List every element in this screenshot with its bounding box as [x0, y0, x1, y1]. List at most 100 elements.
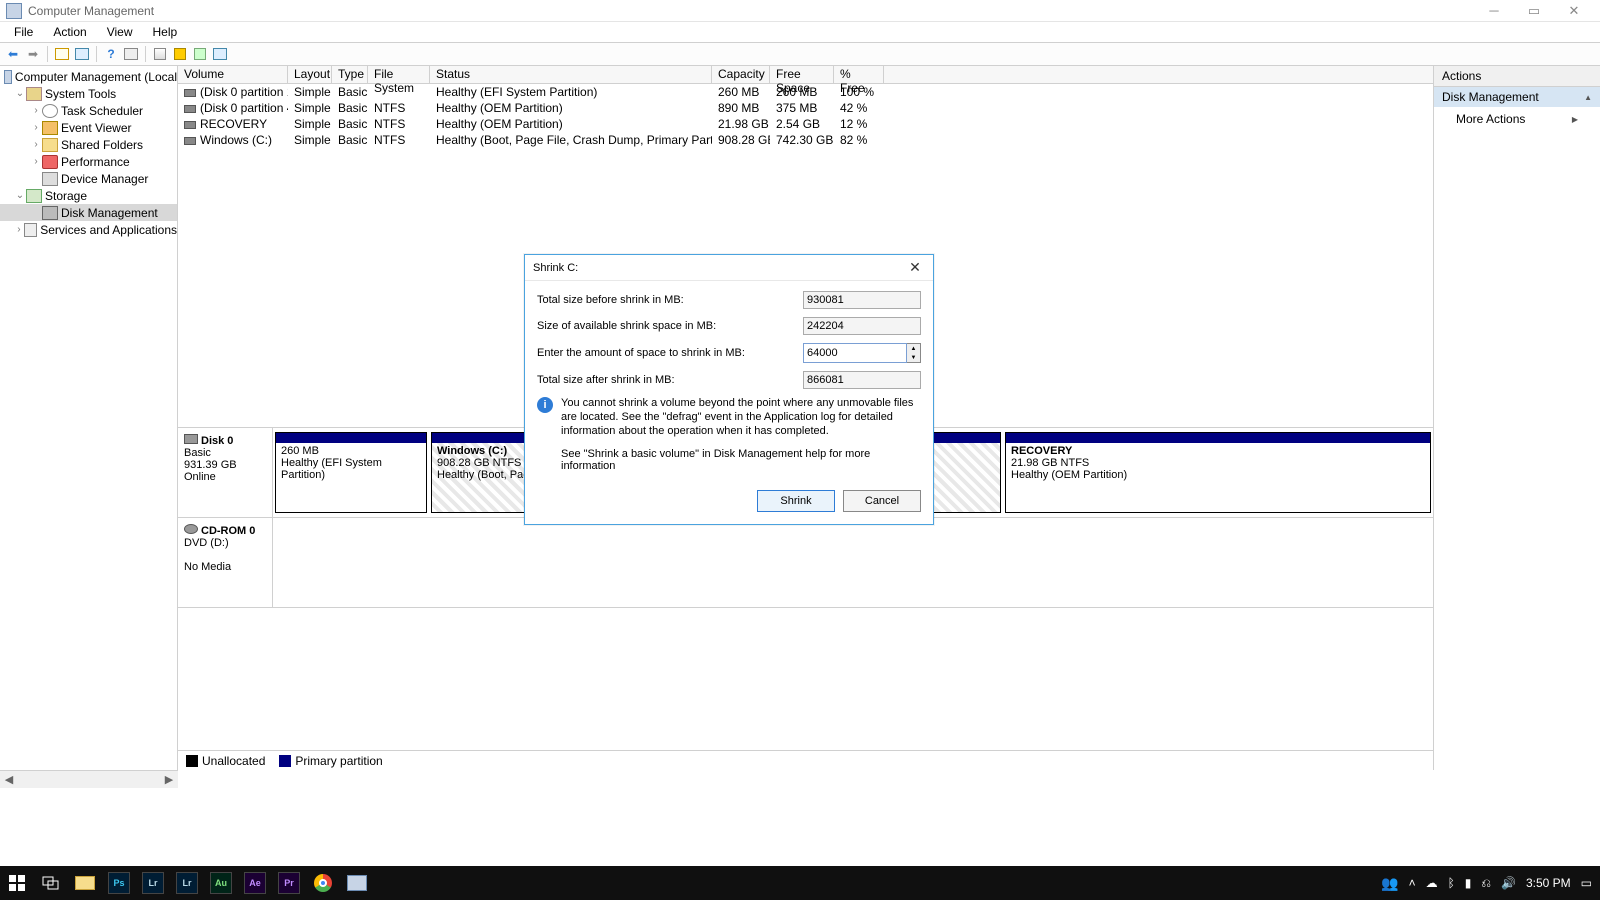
- scroll-right-icon[interactable]: ▶: [160, 773, 178, 786]
- partition-status: Healthy (EFI System Partition): [281, 457, 421, 481]
- tray-bluetooth-icon[interactable]: ᛒ: [1448, 876, 1455, 890]
- dialog-close-button[interactable]: ✕: [905, 259, 925, 276]
- col-type[interactable]: Type: [332, 66, 368, 83]
- app-lightroom-classic[interactable]: Lr: [170, 866, 204, 900]
- volume-fs: NTFS: [368, 117, 430, 131]
- tree-shared-folders[interactable]: › Shared Folders: [0, 136, 177, 153]
- tree-label: Task Scheduler: [61, 104, 143, 118]
- col-status[interactable]: Status: [430, 66, 712, 83]
- start-button[interactable]: [0, 866, 34, 900]
- app-audition[interactable]: Au: [204, 866, 238, 900]
- menu-action[interactable]: Action: [43, 23, 96, 41]
- expand-icon[interactable]: ›: [30, 156, 42, 167]
- tree-services-apps[interactable]: › Services and Applications: [0, 221, 177, 238]
- maximize-button[interactable]: ▭: [1514, 0, 1554, 22]
- tree-task-scheduler[interactable]: › Task Scheduler: [0, 102, 177, 119]
- app-chrome[interactable]: [306, 866, 340, 900]
- app-icon: [6, 3, 22, 19]
- menu-file[interactable]: File: [4, 23, 43, 41]
- scroll-left-icon[interactable]: ◀: [0, 773, 18, 786]
- tray-people-icon[interactable]: 👥: [1381, 875, 1398, 892]
- tray-chevron-up-icon[interactable]: ˄: [1409, 876, 1416, 890]
- file-explorer-button[interactable]: [68, 866, 102, 900]
- toolbar-btn-7[interactable]: [211, 45, 229, 63]
- partition-title: RECOVERY: [1011, 445, 1425, 457]
- volume-layout: Simple: [288, 117, 332, 131]
- dialog-title-bar[interactable]: Shrink C: ✕: [525, 255, 933, 281]
- app-computer-management[interactable]: [340, 866, 374, 900]
- help-icon[interactable]: ?: [102, 45, 120, 63]
- minimize-button[interactable]: ─: [1474, 0, 1514, 22]
- task-view-button[interactable]: [34, 866, 68, 900]
- tray-battery-icon[interactable]: ▮: [1465, 876, 1472, 890]
- col-filesystem[interactable]: File System: [368, 66, 430, 83]
- disk-row-cdrom[interactable]: CD-ROM 0 DVD (D:) No Media: [178, 518, 1433, 608]
- toolbar: ⬅ ➡ ?: [0, 42, 1600, 66]
- partition-header-bar: [1006, 433, 1430, 443]
- label-total-before: Total size before shrink in MB:: [537, 294, 803, 306]
- actions-selected[interactable]: Disk Management ▲: [1434, 87, 1600, 107]
- col-pctfree[interactable]: % Free: [834, 66, 884, 83]
- volume-row[interactable]: (Disk 0 partition 4) Simple Basic NTFS H…: [178, 100, 1433, 116]
- volume-list[interactable]: (Disk 0 partition 1) Simple Basic Health…: [178, 84, 1433, 148]
- volume-row[interactable]: (Disk 0 partition 1) Simple Basic Health…: [178, 84, 1433, 100]
- col-layout[interactable]: Layout: [288, 66, 332, 83]
- col-volume[interactable]: Volume: [178, 66, 288, 83]
- nav-forward-button[interactable]: ➡: [24, 45, 42, 63]
- toolbar-btn-5[interactable]: [171, 45, 189, 63]
- app-lightroom[interactable]: Lr: [136, 866, 170, 900]
- tree-system-tools[interactable]: ⌄ System Tools: [0, 85, 177, 102]
- tray-volume-icon[interactable]: 🔊: [1501, 876, 1516, 890]
- volume-row[interactable]: Windows (C:) Simple Basic NTFS Healthy (…: [178, 132, 1433, 148]
- tree-disk-management[interactable]: Disk Management: [0, 204, 177, 221]
- expand-icon[interactable]: ›: [30, 105, 42, 116]
- toolbar-separator: [47, 46, 48, 62]
- tree-hscrollbar[interactable]: ◀ ▶: [0, 770, 178, 788]
- volume-status: Healthy (Boot, Page File, Crash Dump, Pr…: [430, 133, 712, 147]
- toolbar-btn-2[interactable]: [73, 45, 91, 63]
- spinner-up-icon[interactable]: ▲: [907, 344, 920, 353]
- col-freespace[interactable]: Free Space: [770, 66, 834, 83]
- menu-view[interactable]: View: [97, 23, 143, 41]
- col-capacity[interactable]: Capacity: [712, 66, 770, 83]
- spinner[interactable]: ▲ ▼: [907, 343, 921, 363]
- volume-capacity: 908.28 GB: [712, 133, 770, 147]
- tree-performance[interactable]: › Performance: [0, 153, 177, 170]
- partition-efi[interactable]: 260 MB Healthy (EFI System Partition): [275, 432, 427, 513]
- expand-icon[interactable]: ›: [14, 224, 24, 235]
- tree-storage[interactable]: ⌄ Storage: [0, 187, 177, 204]
- volume-status: Healthy (OEM Partition): [430, 101, 712, 115]
- input-shrink-amount[interactable]: [803, 343, 907, 363]
- volume-row[interactable]: RECOVERY Simple Basic NTFS Healthy (OEM …: [178, 116, 1433, 132]
- actions-more[interactable]: More Actions ▶: [1434, 107, 1600, 131]
- toolbar-btn-1[interactable]: [53, 45, 71, 63]
- partition-recovery[interactable]: RECOVERY 21.98 GB NTFS Healthy (OEM Part…: [1005, 432, 1431, 513]
- tree-device-manager[interactable]: Device Manager: [0, 170, 177, 187]
- volume-type: Basic: [332, 85, 368, 99]
- tree-root[interactable]: Computer Management (Local: [0, 68, 177, 85]
- navigation-tree[interactable]: Computer Management (Local ⌄ System Tool…: [0, 66, 178, 770]
- tray-onedrive-icon[interactable]: ☁: [1426, 876, 1438, 890]
- tray-action-center-icon[interactable]: ▭: [1581, 876, 1592, 890]
- toolbar-btn-4[interactable]: [151, 45, 169, 63]
- app-premiere[interactable]: Pr: [272, 866, 306, 900]
- tray-wifi-icon[interactable]: ⎌: [1481, 876, 1491, 891]
- app-after-effects[interactable]: Ae: [238, 866, 272, 900]
- collapse-icon[interactable]: ⌄: [14, 88, 26, 99]
- cancel-button[interactable]: Cancel: [843, 490, 921, 512]
- expand-icon[interactable]: ›: [30, 122, 42, 133]
- close-button[interactable]: ✕: [1554, 0, 1594, 22]
- tree-event-viewer[interactable]: › Event Viewer: [0, 119, 177, 136]
- expand-icon[interactable]: ›: [30, 139, 42, 150]
- nav-back-button[interactable]: ⬅: [4, 45, 22, 63]
- toolbar-btn-3[interactable]: [122, 45, 140, 63]
- app-photoshop[interactable]: Ps: [102, 866, 136, 900]
- volume-icon: [184, 89, 196, 97]
- collapse-icon[interactable]: ⌄: [14, 190, 26, 201]
- taskbar[interactable]: Ps Lr Lr Au Ae Pr 👥 ˄ ☁ ᛒ ▮ ⎌ 🔊 3:50 PM …: [0, 866, 1600, 900]
- spinner-down-icon[interactable]: ▼: [907, 353, 920, 362]
- menu-help[interactable]: Help: [143, 23, 188, 41]
- toolbar-btn-6[interactable]: [191, 45, 209, 63]
- shrink-button[interactable]: Shrink: [757, 490, 835, 512]
- tray-clock[interactable]: 3:50 PM: [1526, 876, 1571, 890]
